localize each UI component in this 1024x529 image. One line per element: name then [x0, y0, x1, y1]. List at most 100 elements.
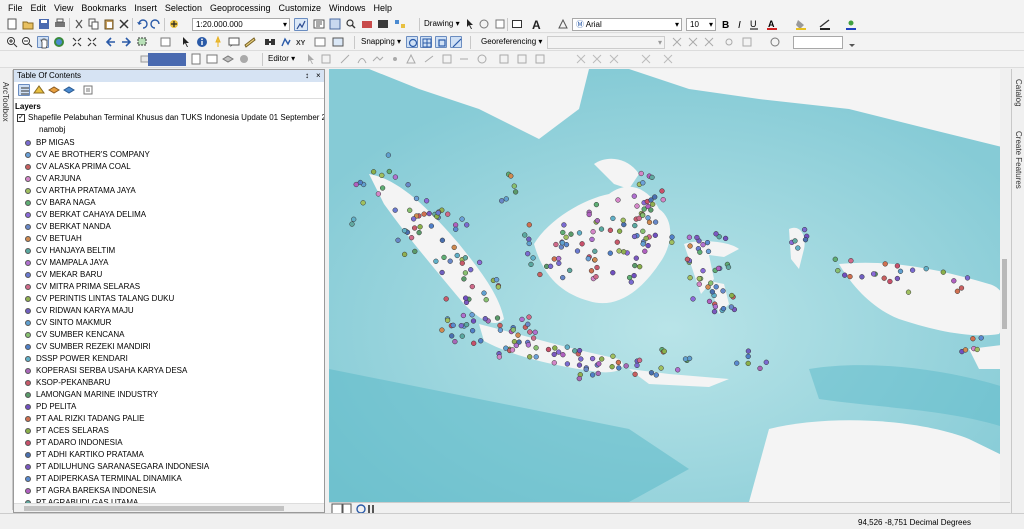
- port-point[interactable]: [648, 207, 654, 213]
- legend-symbol-icon[interactable]: [25, 200, 31, 206]
- port-point[interactable]: [357, 179, 363, 186]
- point-snapping-icon[interactable]: [406, 36, 418, 48]
- port-point[interactable]: [745, 353, 751, 360]
- port-point[interactable]: [375, 191, 382, 197]
- port-point[interactable]: [349, 221, 355, 227]
- port-point[interactable]: [705, 248, 712, 255]
- port-point[interactable]: [616, 248, 622, 254]
- menu-view[interactable]: View: [50, 3, 77, 13]
- port-point[interactable]: [675, 367, 681, 373]
- port-point[interactable]: [728, 304, 735, 310]
- port-point[interactable]: [556, 260, 562, 266]
- legend-symbol-icon[interactable]: [25, 308, 31, 314]
- legend-symbol-icon[interactable]: [25, 176, 31, 182]
- port-point[interactable]: [423, 198, 430, 204]
- port-point[interactable]: [530, 255, 536, 261]
- port-point[interactable]: [481, 290, 487, 296]
- port-point[interactable]: [592, 257, 598, 263]
- menu-edit[interactable]: Edit: [27, 3, 51, 13]
- port-point[interactable]: [594, 218, 601, 224]
- time-slider-icon[interactable]: [314, 36, 326, 48]
- menu-windows[interactable]: Windows: [325, 3, 370, 13]
- port-point[interactable]: [576, 230, 583, 236]
- port-point[interactable]: [640, 180, 646, 186]
- drawing-menu[interactable]: Drawing ▾: [424, 19, 460, 28]
- scrollbar-thumb[interactable]: [24, 506, 284, 511]
- port-point[interactable]: [563, 234, 569, 240]
- list-by-selection-icon[interactable]: [63, 84, 75, 96]
- port-point[interactable]: [593, 274, 599, 280]
- port-point[interactable]: [417, 224, 423, 230]
- port-point[interactable]: [447, 258, 453, 264]
- port-point[interactable]: [711, 308, 718, 315]
- port-point[interactable]: [560, 274, 566, 281]
- port-point[interactable]: [720, 288, 726, 294]
- port-point[interactable]: [589, 236, 595, 243]
- port-point[interactable]: [652, 232, 658, 238]
- port-point[interactable]: [551, 256, 557, 262]
- port-point[interactable]: [638, 170, 644, 177]
- port-point[interactable]: [700, 242, 706, 248]
- legend-symbol-icon[interactable]: [25, 356, 31, 362]
- port-point[interactable]: [478, 338, 484, 344]
- port-point[interactable]: [370, 169, 377, 175]
- port-point[interactable]: [508, 173, 514, 179]
- legend-symbol-icon[interactable]: [25, 236, 31, 242]
- port-point[interactable]: [745, 348, 752, 354]
- georef-value-field[interactable]: [793, 36, 843, 49]
- data-frame-icon[interactable]: [206, 53, 218, 65]
- vertex-snapping-icon[interactable]: [435, 36, 447, 48]
- legend-symbol-icon[interactable]: [25, 260, 31, 266]
- pan-icon[interactable]: [37, 36, 49, 49]
- legend-symbol-icon[interactable]: [25, 212, 31, 218]
- layer-name[interactable]: Shapefile Pelabuhan Terminal Khusus dan …: [28, 113, 324, 122]
- port-point[interactable]: [894, 263, 901, 269]
- port-point[interactable]: [576, 362, 583, 368]
- legend-symbol-icon[interactable]: [25, 368, 31, 374]
- legend-symbol-icon[interactable]: [25, 464, 31, 470]
- port-point[interactable]: [553, 241, 559, 248]
- search-window-icon[interactable]: [345, 18, 357, 30]
- port-point[interactable]: [526, 222, 532, 228]
- font-size-select[interactable]: 10 ▾: [686, 18, 716, 31]
- port-point[interactable]: [576, 347, 583, 354]
- port-point[interactable]: [461, 276, 467, 282]
- port-point[interactable]: [614, 239, 620, 245]
- port-point[interactable]: [712, 303, 719, 310]
- layer-transparency-icon[interactable]: [769, 36, 781, 48]
- port-point[interactable]: [379, 185, 386, 191]
- legend-symbol-icon[interactable]: [25, 272, 31, 278]
- port-point[interactable]: [697, 249, 703, 255]
- port-point[interactable]: [545, 346, 552, 353]
- select-elements-icon[interactable]: [180, 36, 192, 48]
- catalog-window-icon[interactable]: [329, 18, 341, 30]
- port-point[interactable]: [459, 216, 465, 222]
- port-point[interactable]: [763, 359, 769, 365]
- port-point[interactable]: [351, 216, 357, 222]
- port-point[interactable]: [616, 365, 622, 371]
- port-point[interactable]: [462, 255, 469, 261]
- port-point[interactable]: [658, 365, 664, 371]
- port-point[interactable]: [729, 292, 735, 299]
- menu-geoprocessing[interactable]: Geoprocessing: [206, 3, 275, 13]
- port-point[interactable]: [459, 333, 465, 339]
- add-data-icon[interactable]: [168, 18, 180, 30]
- select-by-rectangle-icon[interactable]: [137, 36, 149, 48]
- model-builder-icon[interactable]: [394, 18, 406, 30]
- port-point[interactable]: [579, 241, 585, 247]
- port-point[interactable]: [458, 323, 464, 329]
- edge-snapping-icon[interactable]: [450, 36, 462, 48]
- port-point[interactable]: [620, 217, 626, 223]
- port-point[interactable]: [519, 316, 525, 323]
- clear-selection-icon[interactable]: [160, 36, 172, 48]
- port-point[interactable]: [586, 211, 592, 218]
- zoom-whole-page-icon[interactable]: [494, 18, 506, 30]
- port-point[interactable]: [578, 356, 584, 362]
- arctoolbox-icon[interactable]: [361, 18, 373, 30]
- legend-symbol-icon[interactable]: [25, 296, 31, 302]
- port-point[interactable]: [590, 229, 596, 235]
- port-point[interactable]: [469, 283, 475, 290]
- port-point[interactable]: [690, 296, 696, 302]
- layer-visibility-checkbox[interactable]: ✓: [17, 114, 25, 122]
- port-point[interactable]: [594, 264, 600, 271]
